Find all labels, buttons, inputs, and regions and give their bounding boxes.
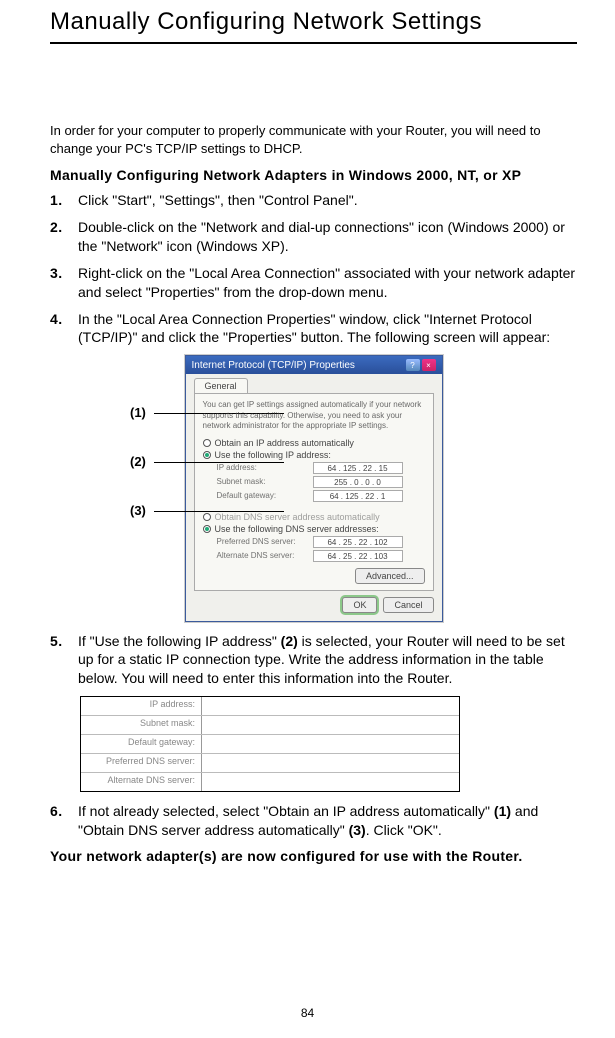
radio-label: Obtain an IP address automatically <box>215 438 354 448</box>
form-blank <box>201 754 459 772</box>
radio-obtain-ip-auto[interactable] <box>203 439 211 447</box>
radio-label: Use the following IP address: <box>215 450 331 460</box>
advanced-button[interactable]: Advanced... <box>355 568 425 584</box>
dialog-description: You can get IP settings assigned automat… <box>203 400 425 431</box>
step-5: 5. If "Use the following IP address" (2)… <box>50 632 577 689</box>
step-number: 5. <box>50 632 78 689</box>
section-subheading: Manually Configuring Network Adapters in… <box>50 167 577 183</box>
step-number: 3. <box>50 264 78 302</box>
form-blank <box>201 716 459 734</box>
default-gateway-input[interactable]: 64 . 125 . 22 . 1 <box>313 490 403 502</box>
form-label-gateway: Default gateway: <box>81 735 201 753</box>
step-number: 4. <box>50 310 78 348</box>
step-number: 2. <box>50 218 78 256</box>
callout-2: (2) <box>130 454 146 469</box>
page-title: Manually Configuring Network Settings <box>50 0 577 44</box>
cancel-button[interactable]: Cancel <box>383 597 433 613</box>
page-number: 84 <box>0 1006 615 1020</box>
closing-statement: Your network adapter(s) are now configur… <box>50 848 577 864</box>
step-3: 3. Right-click on the "Local Area Connec… <box>50 264 577 302</box>
step-text: Click "Start", "Settings", then "Control… <box>78 191 577 210</box>
subnet-mask-input[interactable]: 255 . 0 . 0 . 0 <box>313 476 403 488</box>
radio-label: Obtain DNS server address automatically <box>215 512 380 522</box>
preferred-dns-label: Preferred DNS server: <box>217 537 307 546</box>
step-text: Right-click on the "Local Area Connectio… <box>78 264 577 302</box>
callout-3: (3) <box>130 503 146 518</box>
form-blank <box>201 773 459 791</box>
step-text: If not already selected, select "Obtain … <box>78 802 577 840</box>
address-info-table: IP address: Subnet mask: Default gateway… <box>80 696 460 792</box>
step-text: Double-click on the "Network and dial-up… <box>78 218 577 256</box>
step-6: 6. If not already selected, select "Obta… <box>50 802 577 840</box>
callout-1: (1) <box>130 405 146 420</box>
step-1: 1. Click "Start", "Settings", then "Cont… <box>50 191 577 210</box>
step-4: 4. In the "Local Area Connection Propert… <box>50 310 577 348</box>
tab-general[interactable]: General <box>194 378 248 393</box>
preferred-dns-input[interactable]: 64 . 25 . 22 . 102 <box>313 536 403 548</box>
subnet-mask-label: Subnet mask: <box>217 477 307 486</box>
step-text: If "Use the following IP address" (2) is… <box>78 632 577 689</box>
alternate-dns-input[interactable]: 64 . 25 . 22 . 103 <box>313 550 403 562</box>
step-number: 1. <box>50 191 78 210</box>
ok-button[interactable]: OK <box>342 597 377 613</box>
radio-use-following-dns[interactable] <box>203 525 211 533</box>
form-blank <box>201 735 459 753</box>
step-text: In the "Local Area Connection Properties… <box>78 310 577 348</box>
intro-text: In order for your computer to properly c… <box>50 122 577 157</box>
tcpip-properties-dialog: Internet Protocol (TCP/IP) Properties ? … <box>185 355 443 621</box>
radio-obtain-dns-auto[interactable] <box>203 513 211 521</box>
step-2: 2. Double-click on the "Network and dial… <box>50 218 577 256</box>
form-label-subnet: Subnet mask: <box>81 716 201 734</box>
alternate-dns-label: Alternate DNS server: <box>217 551 307 560</box>
radio-use-following-ip[interactable] <box>203 451 211 459</box>
form-label-adns: Alternate DNS server: <box>81 773 201 791</box>
radio-label: Use the following DNS server addresses: <box>215 524 379 534</box>
dialog-title: Internet Protocol (TCP/IP) Properties <box>192 360 355 371</box>
form-blank <box>201 697 459 715</box>
form-label-pdns: Preferred DNS server: <box>81 754 201 772</box>
ip-address-label: IP address: <box>217 463 307 472</box>
step-number: 6. <box>50 802 78 840</box>
help-icon[interactable]: ? <box>406 359 420 371</box>
ip-address-input[interactable]: 64 . 125 . 22 . 15 <box>313 462 403 474</box>
close-icon[interactable]: × <box>422 359 436 371</box>
form-label-ip: IP address: <box>81 697 201 715</box>
default-gateway-label: Default gateway: <box>217 491 307 500</box>
